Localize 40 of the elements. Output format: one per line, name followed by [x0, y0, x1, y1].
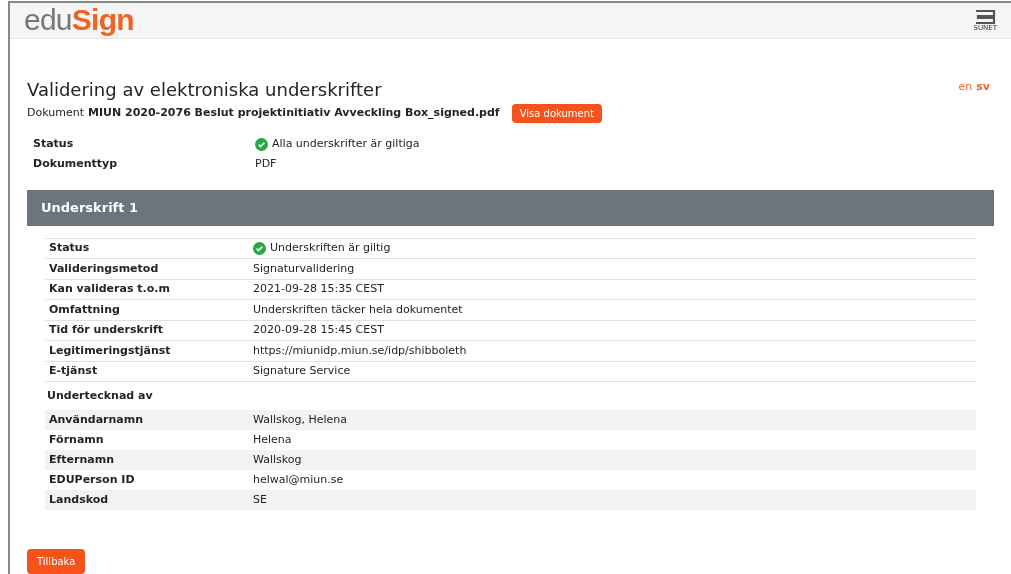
check-circle-icon: [253, 241, 266, 255]
language-link[interactable]: sv: [976, 78, 990, 95]
field-value: SE: [253, 491, 267, 508]
field-value: helwal@miun.se: [253, 471, 344, 488]
field-value: PDF: [255, 156, 277, 173]
field-label: Användarnamn: [49, 411, 145, 428]
field-label: Tid för underskrift: [49, 322, 165, 338]
field-value: Wallskog: [253, 451, 302, 468]
field-label: E-tjänst: [49, 363, 99, 379]
edusign-logo: eduSign: [24, 5, 134, 36]
field-value: Helena: [253, 431, 292, 448]
field-value: 2021-09-28 15:35 CEST: [253, 281, 384, 297]
field-label: Förnamn: [49, 431, 105, 448]
field-label: Status: [49, 240, 91, 256]
document-name: MIUN 2020-2076 Beslut projektinitiativ Avveckling Box_signed.pdf: [88, 104, 500, 121]
section-heading: Undertecknad av: [46, 387, 154, 404]
back-button[interactable]: Tillbaka: [27, 549, 86, 574]
field-label: Landskod: [49, 491, 110, 508]
field-label: Valideringsmetod: [49, 260, 160, 277]
field-label: EDUPerson ID: [49, 471, 136, 488]
field-label: Kan valideras t.o.m: [49, 281, 171, 297]
signature-header: Underskrift 1: [27, 189, 994, 226]
field-value: Signaturvalidering: [253, 260, 355, 277]
check-circle-icon: [255, 138, 268, 151]
field-label: Legitimeringstjänst: [49, 342, 172, 359]
field-value: 2020-09-28 15:45 CEST: [253, 322, 384, 338]
field-label: Omfattning: [49, 301, 121, 318]
field-value: Signature Service: [253, 363, 351, 379]
field-value: Wallskog, Helena: [253, 411, 347, 428]
field-value: Underskriften täcker hela dokumentet: [253, 301, 463, 318]
field-label: Status: [33, 136, 75, 153]
view-document-button[interactable]: Visa dokument: [511, 103, 602, 123]
language-link[interactable]: en: [958, 78, 973, 95]
field-label: Efternamn: [49, 451, 115, 468]
document-label: Dokument: [27, 104, 84, 121]
field-value: https://miunidp.miun.se/idp/shibboleth: [253, 342, 467, 359]
page-title: Validering av elektroniska underskrifter: [27, 78, 382, 101]
field-label: Dokumenttyp: [33, 156, 119, 173]
status-value: Underskriften är giltig: [270, 240, 391, 256]
status-value: Alla underskrifter är giltiga: [272, 136, 420, 153]
